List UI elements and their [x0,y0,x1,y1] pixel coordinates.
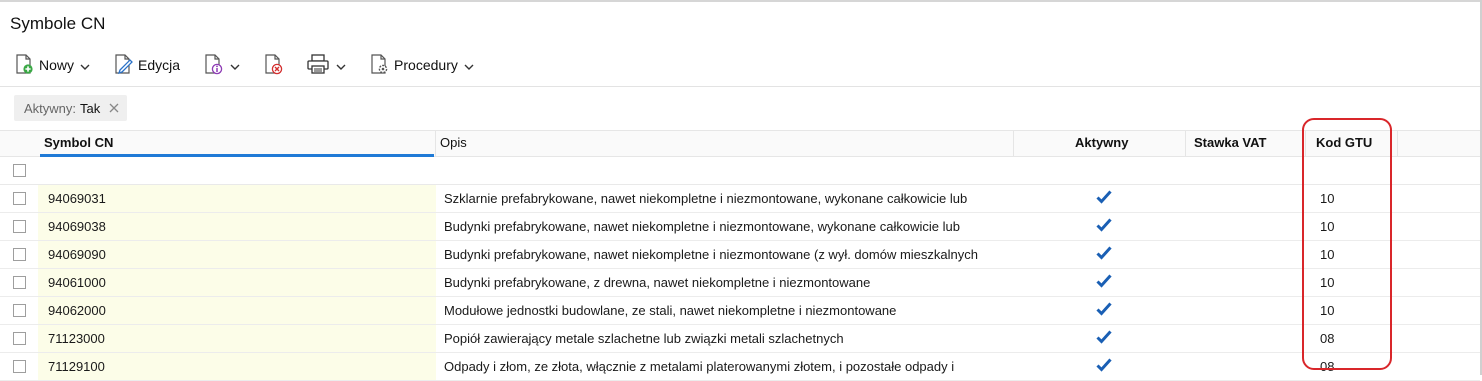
toolbar: Nowy Edycja Procedury [8,50,479,80]
table-row[interactable]: 94062000 Modułowe jednostki budowlane, z… [0,297,1480,325]
procedures-button[interactable]: Procedury [363,51,479,79]
edit-button[interactable]: Edycja [107,51,185,79]
cell-description: Budynki prefabrykowane, z drewna, nawet … [444,275,871,290]
column-header-symbol[interactable]: Symbol CN [44,135,113,150]
column-divider[interactable] [1013,131,1014,156]
checkmark-icon [1096,246,1112,263]
cell-description: Odpady i złom, ze złota, włącznie z meta… [444,359,955,374]
filter-chip-value: Tak [80,100,101,116]
edit-document-icon [112,53,134,78]
table-row[interactable]: 94069031 Szklarnie prefabrykowane, nawet… [0,185,1480,213]
cell-description: Budynki prefabrykowane, nawet niekomplet… [444,247,978,262]
page-title: Symbole CN [10,14,106,33]
select-all-checkbox[interactable] [13,164,26,177]
table-row[interactable]: 94069038 Budynki prefabrykowane, nawet n… [0,213,1480,241]
document-gear-icon [368,53,390,78]
row-checkbox[interactable] [13,360,26,373]
column-header-gtu[interactable]: Kod GTU [1316,135,1372,150]
chevron-down-icon[interactable] [464,58,474,73]
row-checkbox[interactable] [13,276,26,289]
chevron-down-icon[interactable] [336,58,346,73]
new-button-label: Nowy [39,57,75,73]
filter-chip[interactable]: Aktywny: Tak [14,95,128,121]
filter-chip-key: Aktywny: [24,100,77,116]
printer-icon [306,53,330,78]
grid-header: Symbol CN Opis Aktywny Stawka VAT Kod GT… [0,130,1480,157]
table-row[interactable]: 94069090 Budynki prefabrykowane, nawet n… [0,241,1480,269]
cell-description: Budynki prefabrykowane, nawet niekomplet… [444,219,960,234]
cn-symbols-grid: Symbol CN Opis Aktywny Stawka VAT Kod GT… [0,130,1480,381]
cell-description: Modułowe jednostki budowlane, ze stali, … [444,303,897,318]
cell-description: Popiół zawierający metale szlachetne lub… [444,331,844,346]
row-checkbox[interactable] [13,332,26,345]
close-icon[interactable] [109,103,119,113]
checkmark-icon [1096,302,1112,319]
cell-gtu: 10 [1320,219,1335,234]
column-divider[interactable] [1305,131,1306,156]
table-row[interactable]: 71123000 Popiół zawierający metale szlac… [0,325,1480,353]
column-divider[interactable] [1185,131,1186,156]
row-checkbox[interactable] [13,192,26,205]
cell-gtu: 10 [1320,275,1335,290]
table-row[interactable]: 71129100 Odpady i złom, ze złota, włączn… [0,353,1480,381]
chevron-down-icon[interactable] [230,58,240,73]
info-button[interactable] [197,51,245,79]
edit-button-label: Edycja [138,57,181,73]
checkmark-icon [1096,190,1112,207]
cell-gtu: 10 [1320,303,1335,318]
new-button[interactable]: Nowy [8,51,95,79]
cell-symbol: 94069031 [48,191,106,206]
top-border [0,0,1482,2]
column-header-description[interactable]: Opis [440,135,467,150]
column-divider[interactable] [1397,131,1398,156]
cell-symbol: 71123000 [48,331,105,346]
checkmark-icon [1096,330,1112,347]
delete-button[interactable] [257,51,289,79]
cell-gtu: 10 [1320,191,1335,206]
chevron-down-icon[interactable] [80,58,90,73]
row-checkbox[interactable] [13,304,26,317]
cell-description: Szklarnie prefabrykowane, nawet niekompl… [444,191,968,206]
cell-symbol: 94069090 [48,247,106,262]
document-info-icon [202,53,224,78]
delete-document-icon [262,53,284,78]
new-document-icon [13,53,35,78]
table-row[interactable]: 94061000 Budynki prefabrykowane, z drewn… [0,269,1480,297]
checkmark-icon [1096,218,1112,235]
row-checkbox[interactable] [13,248,26,261]
cell-gtu: 08 [1320,359,1335,374]
filter-row [0,157,1480,185]
cell-symbol: 71129100 [48,359,105,374]
row-checkbox[interactable] [13,220,26,233]
column-header-vat[interactable]: Stawka VAT [1194,135,1266,150]
column-divider[interactable] [435,131,436,156]
toolbar-divider [0,86,1480,87]
cell-symbol: 94062000 [48,303,106,318]
cell-gtu: 08 [1320,331,1335,346]
cell-gtu: 10 [1320,247,1335,262]
cell-symbol: 94061000 [48,275,106,290]
procedures-button-label: Procedury [394,57,458,73]
print-button[interactable] [301,51,351,79]
column-header-active[interactable]: Aktywny [1075,135,1128,150]
cell-symbol: 94069038 [48,219,106,234]
checkmark-icon [1096,274,1112,291]
grid-body: 94069031 Szklarnie prefabrykowane, nawet… [0,185,1480,381]
checkmark-icon [1096,358,1112,375]
